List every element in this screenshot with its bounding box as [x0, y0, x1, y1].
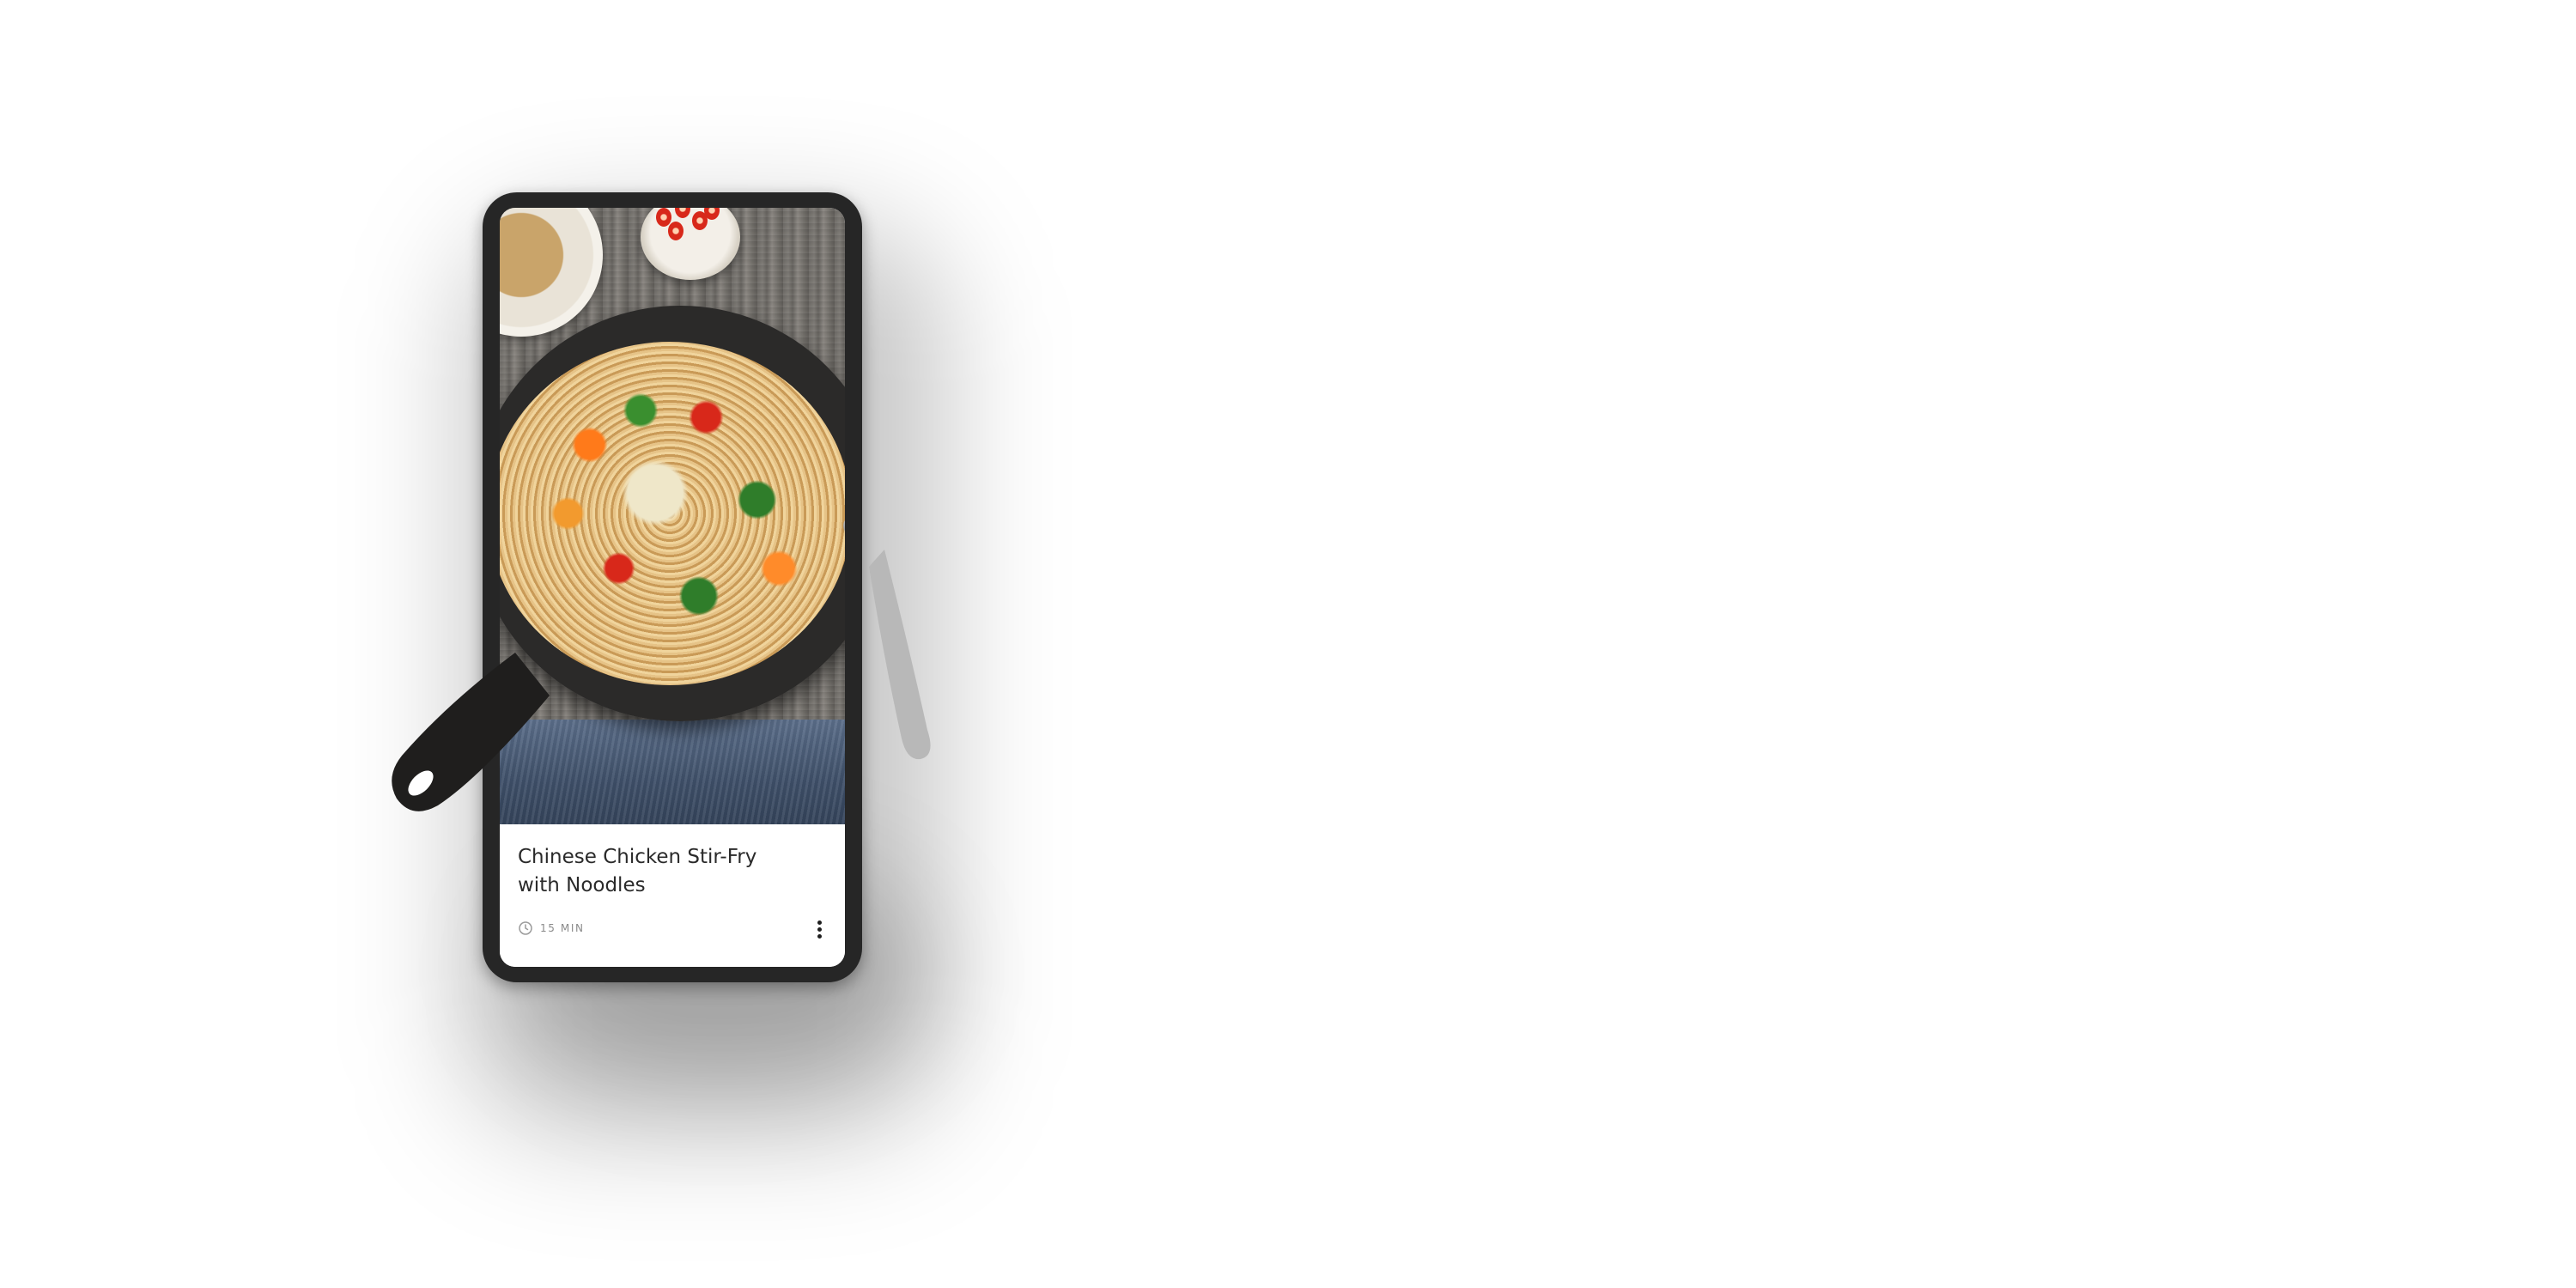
skillet	[500, 306, 845, 721]
recipe-title[interactable]: Chinese Chicken Stir-Fry with Noodles	[518, 843, 793, 900]
phone-device: Chinese Chicken Stir-Fry with Noodles 15…	[483, 192, 862, 982]
more-vertical-icon	[817, 920, 822, 925]
recipe-caption: Chinese Chicken Stir-Fry with Noodles 15…	[500, 824, 845, 967]
more-vertical-icon-dot	[817, 927, 822, 932]
denim-napkin	[500, 720, 845, 824]
clock-icon	[518, 920, 533, 936]
cook-time: 15 MIN	[540, 922, 585, 934]
recipe-photo[interactable]	[500, 208, 845, 824]
canvas: Chinese Chicken Stir-Fry with Noodles 15…	[0, 0, 2576, 1288]
chili-slice	[668, 222, 683, 240]
stir-fry-noodles	[500, 342, 845, 685]
more-vertical-icon-dot	[817, 933, 822, 939]
chili-slice	[675, 208, 690, 218]
phone-screen: Chinese Chicken Stir-Fry with Noodles 15…	[500, 208, 845, 967]
recipe-meta: 15 MIN	[518, 920, 585, 936]
more-options-button[interactable]	[809, 917, 829, 941]
skillet-handle	[392, 550, 931, 811]
